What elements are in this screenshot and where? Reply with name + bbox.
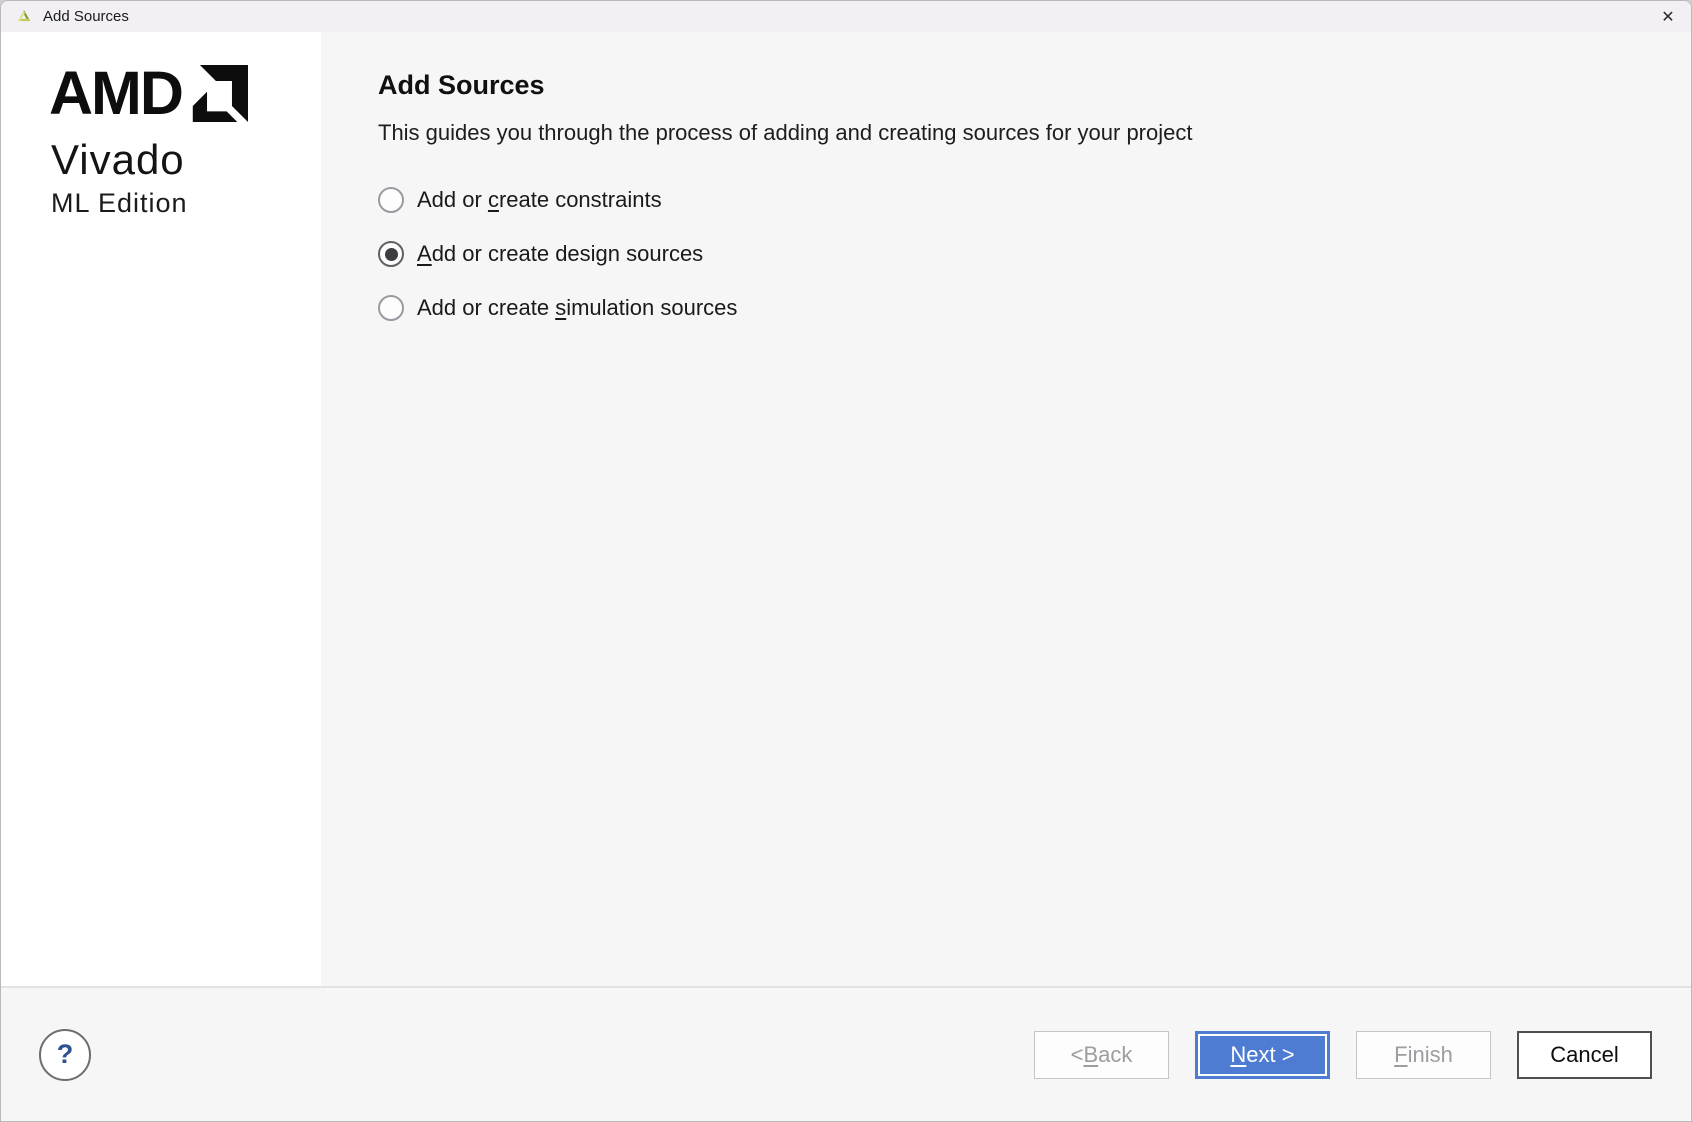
button-text-post: ext > [1246, 1042, 1294, 1068]
radio-label-design: Add or create design sources [417, 241, 703, 267]
page-description: This guides you through the process of a… [378, 119, 1651, 147]
close-icon[interactable]: ✕ [1645, 1, 1691, 32]
label-mnemonic: s [555, 295, 566, 320]
label-post: imulation sources [566, 295, 737, 320]
label-pre: Add or create [417, 295, 555, 320]
next-button[interactable]: Next > [1195, 1031, 1330, 1079]
window-title: Add Sources [43, 8, 129, 25]
ml-edition-label: ML Edition [51, 188, 321, 219]
title-bar: Add Sources ✕ [1, 1, 1691, 32]
label-mnemonic: c [488, 187, 499, 212]
label-post: reate constraints [499, 187, 662, 212]
finish-button[interactable]: Finish [1356, 1031, 1491, 1079]
source-type-radio-group: Add or create constraints Add or create … [378, 173, 1651, 335]
button-text-post: ack [1098, 1042, 1132, 1068]
radio-label-simulation: Add or create simulation sources [417, 295, 737, 321]
page-title: Add Sources [378, 69, 1651, 102]
help-button[interactable]: ? [39, 1029, 91, 1081]
button-mnemonic: B [1083, 1042, 1098, 1068]
radio-circle-simulation[interactable] [378, 295, 404, 321]
label-pre: Add or [417, 187, 488, 212]
add-sources-wizard-dialog: Add Sources ✕ AMD Vivado ML Edition Add … [0, 0, 1692, 1122]
radio-label-constraints: Add or create constraints [417, 187, 662, 213]
vivado-product-name: Vivado [51, 139, 321, 181]
button-text-pre: < [1071, 1042, 1084, 1068]
dialog-body: AMD Vivado ML Edition Add Sources This g… [1, 32, 1691, 986]
amd-arrow-icon [191, 65, 248, 122]
radio-add-simulation-sources[interactable]: Add or create simulation sources [378, 281, 1651, 335]
amd-logo-text: AMD [49, 65, 182, 122]
radio-circle-constraints[interactable] [378, 187, 404, 213]
radio-circle-design[interactable] [378, 241, 404, 267]
back-button[interactable]: < Back [1034, 1031, 1169, 1079]
main-content: Add Sources This guides you through the … [321, 32, 1691, 986]
button-mnemonic: N [1230, 1042, 1246, 1068]
button-mnemonic: F [1394, 1042, 1407, 1068]
label-post: dd or create design sources [432, 241, 704, 266]
radio-add-constraints[interactable]: Add or create constraints [378, 173, 1651, 227]
vivado-app-icon [15, 8, 33, 26]
branding-panel: AMD Vivado ML Edition [1, 32, 321, 986]
cancel-button[interactable]: Cancel [1517, 1031, 1652, 1079]
radio-dot [385, 194, 398, 207]
button-text-post: inish [1408, 1042, 1453, 1068]
radio-add-design-sources[interactable]: Add or create design sources [378, 227, 1651, 281]
label-mnemonic: A [417, 241, 432, 266]
radio-dot [385, 248, 398, 261]
footer-bar: ? < Back Next > Finish Cancel [1, 986, 1691, 1121]
amd-logo: AMD [49, 65, 321, 122]
radio-dot [385, 302, 398, 315]
